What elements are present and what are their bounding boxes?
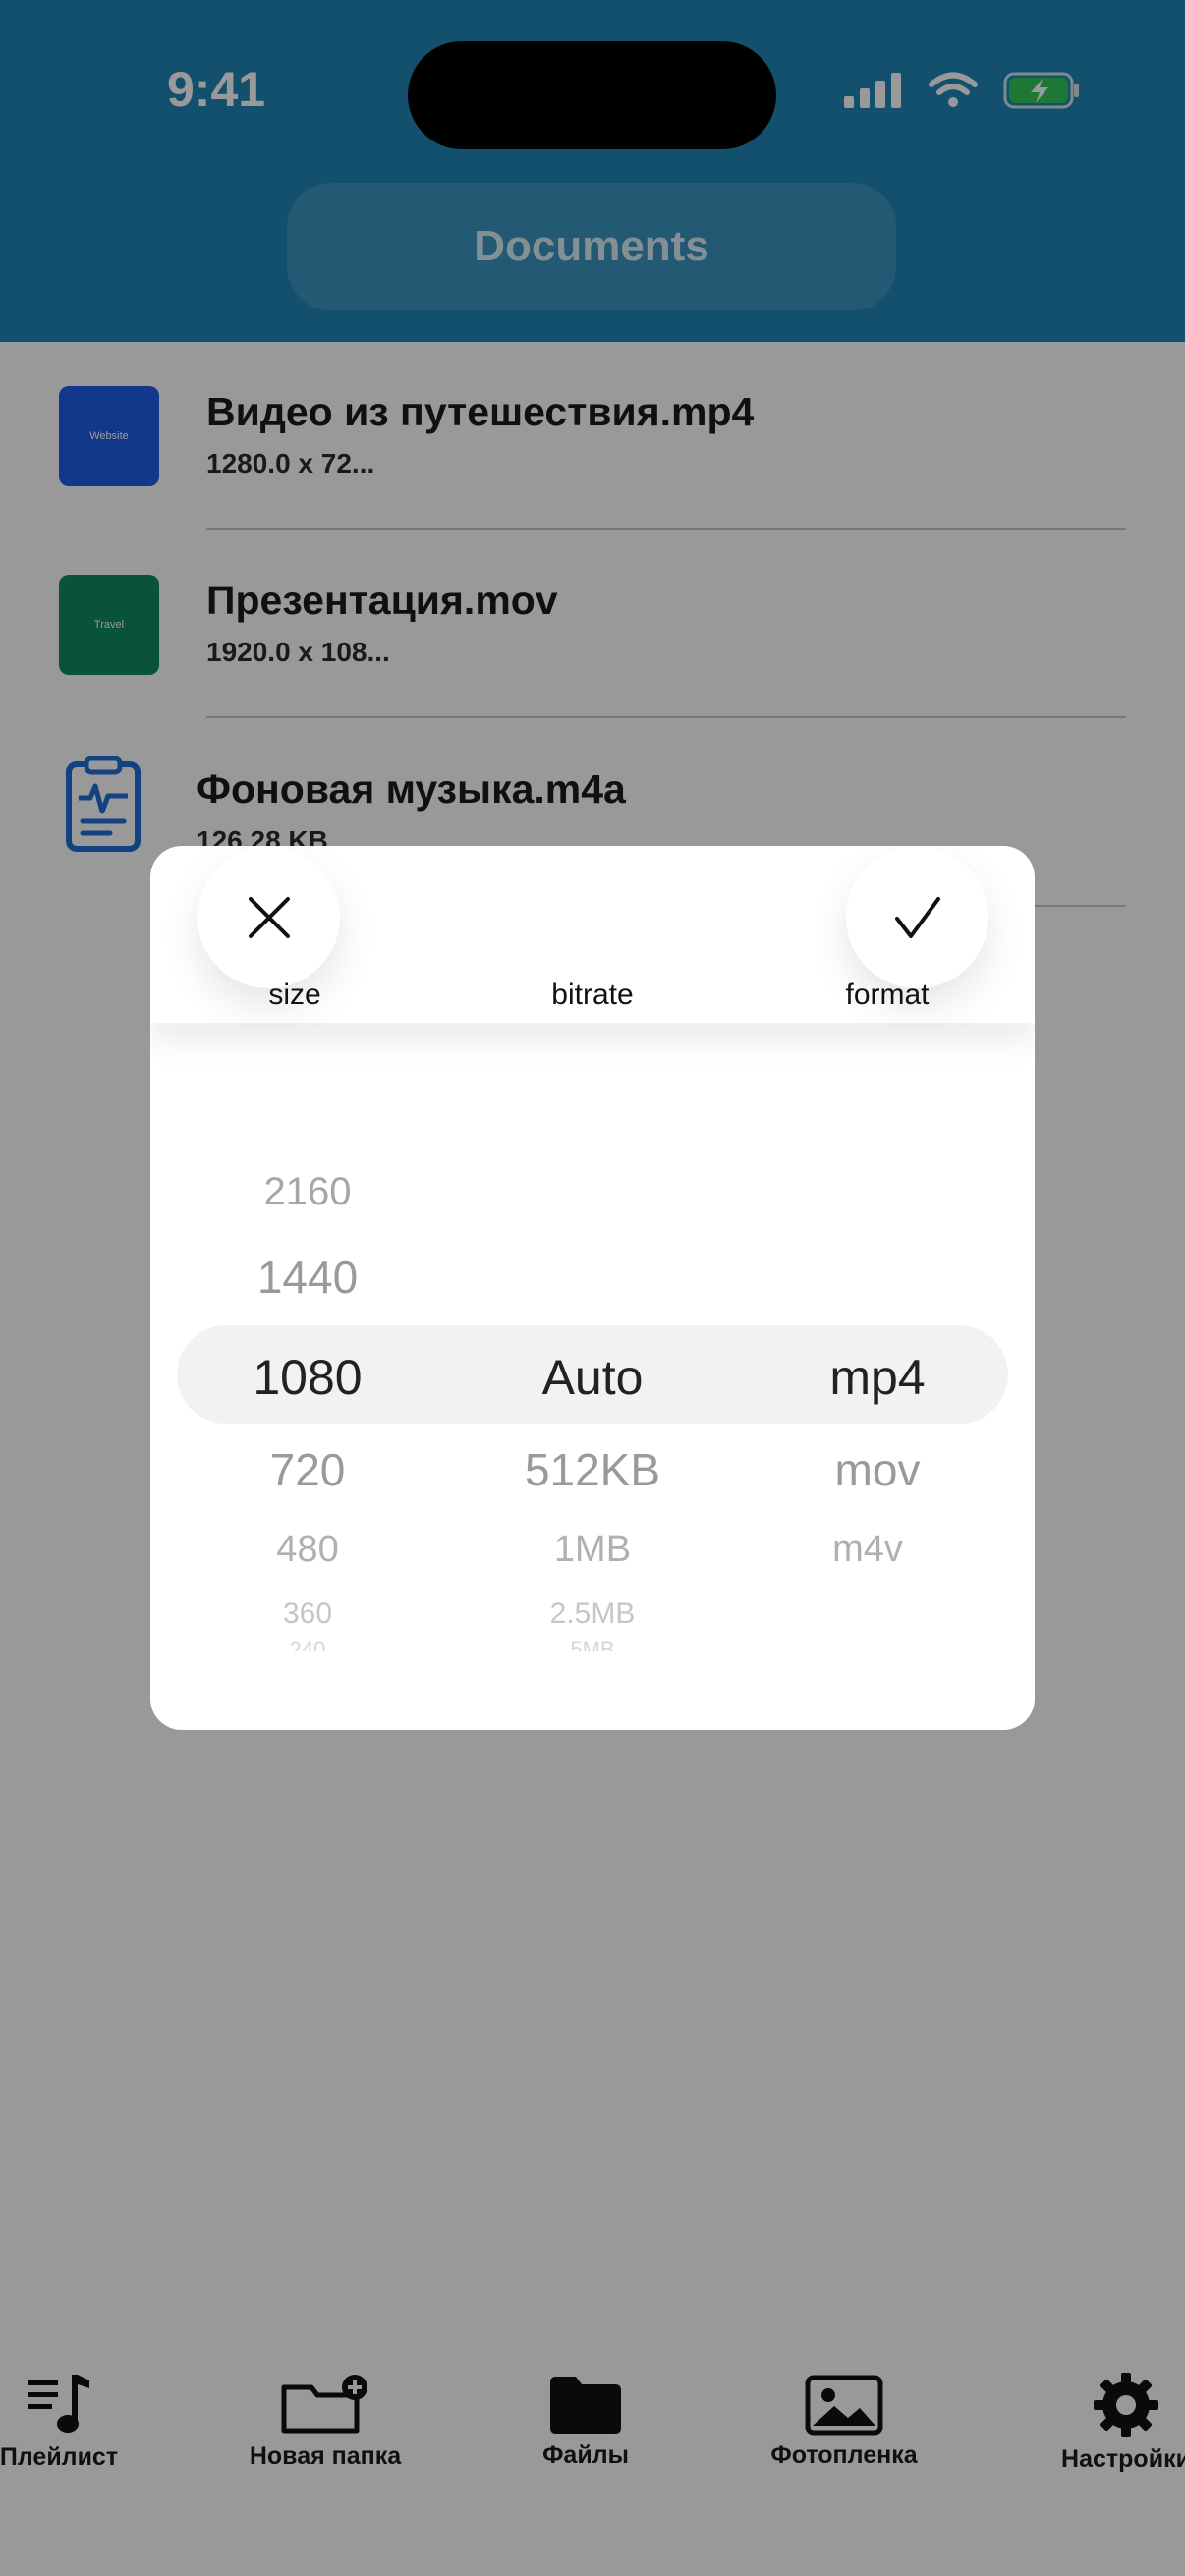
picker-option[interactable]: 720 (229, 1443, 386, 1496)
bitrate-column-label: bitrate (551, 979, 634, 1011)
close-icon (248, 896, 290, 938)
picker-option[interactable]: 1440 (229, 1251, 386, 1304)
cancel-button[interactable] (198, 846, 340, 988)
picker-option[interactable]: 240 (229, 1637, 386, 1651)
picker-option[interactable]: 480 (229, 1529, 386, 1571)
size-column-label: size (268, 979, 321, 1011)
picker-option[interactable]: 2160 (229, 1170, 386, 1214)
format-column-label: format (845, 979, 930, 1011)
picker-option[interactable]: mov (779, 1443, 976, 1496)
export-settings-modal: size bitrate format 2160 1440 1080 720 4… (150, 846, 1035, 1730)
picker-option[interactable]: 512KB (475, 1443, 710, 1496)
picker-option[interactable]: 360 (229, 1597, 386, 1631)
picker-option[interactable]: m4v (769, 1529, 966, 1571)
picker-option[interactable]: 5MB (475, 1637, 710, 1651)
picker-option-selected[interactable]: Auto (494, 1349, 691, 1406)
picker-option[interactable]: 2.5MB (475, 1597, 710, 1631)
picker-option-selected[interactable]: mp4 (779, 1349, 976, 1406)
checkmark-icon (894, 896, 940, 938)
confirm-button[interactable] (846, 846, 988, 988)
picker-option-selected[interactable]: 1080 (229, 1349, 386, 1406)
picker-option[interactable]: 1MB (475, 1529, 710, 1571)
